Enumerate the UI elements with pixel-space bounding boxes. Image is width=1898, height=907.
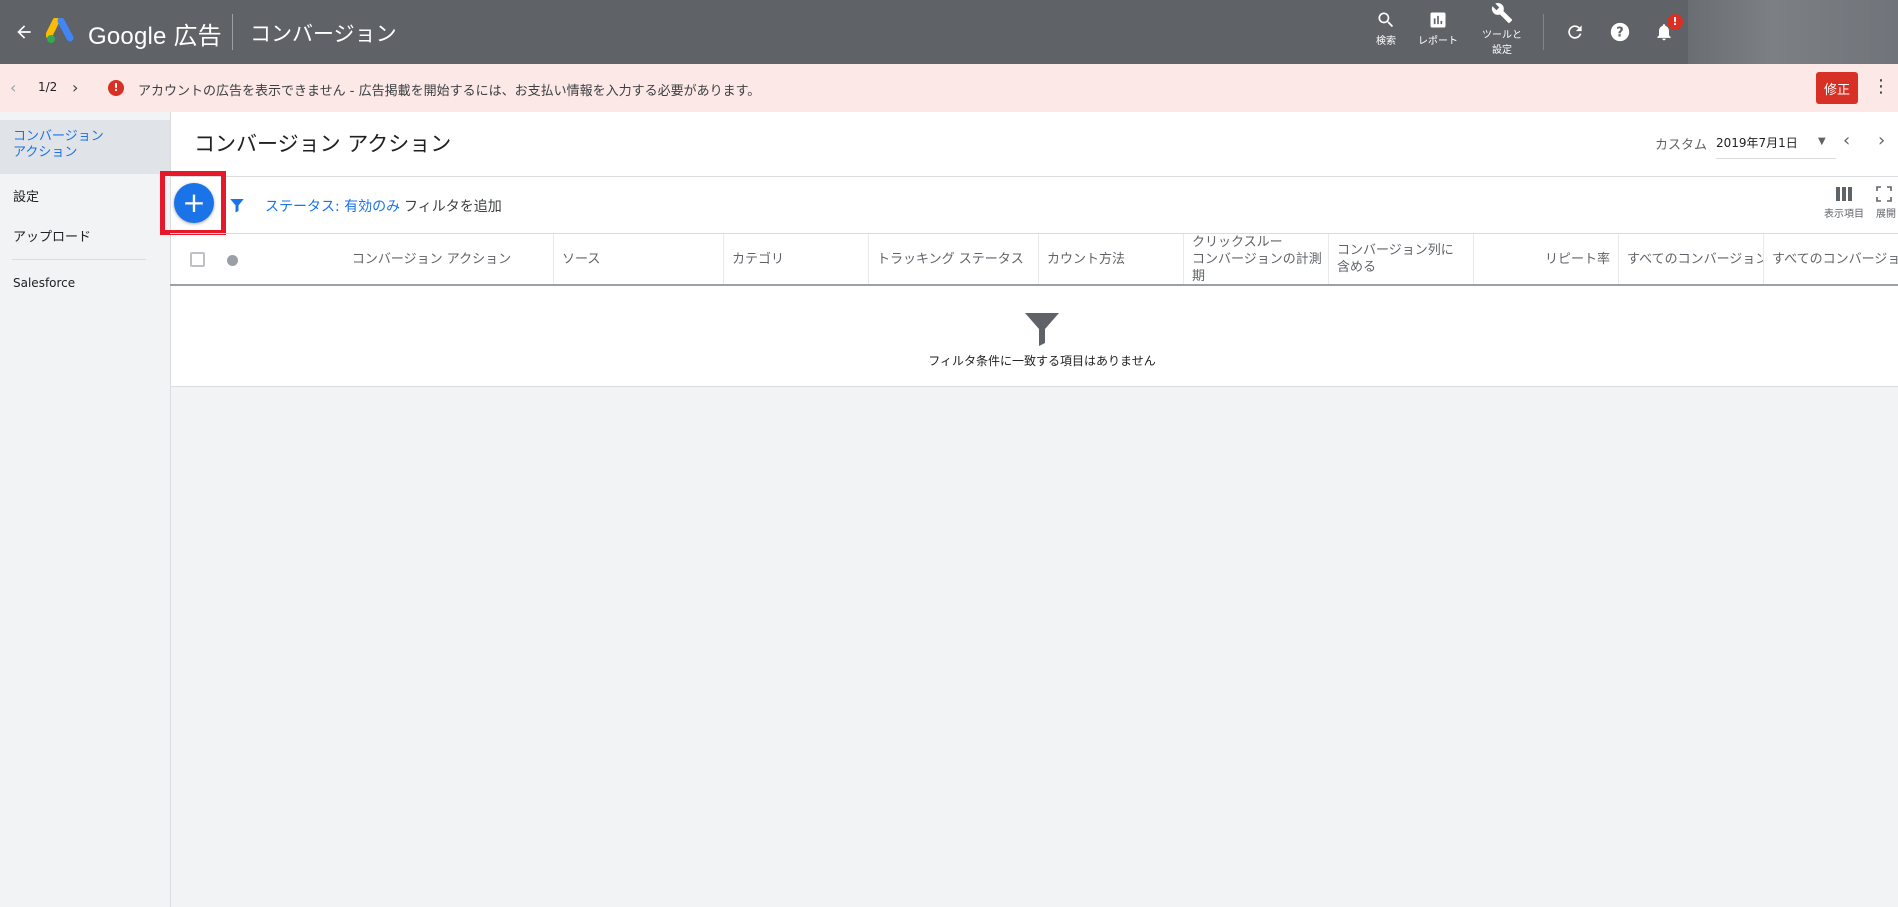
column-header-source[interactable]: ソース [554, 234, 724, 284]
back-arrow-icon[interactable] [6, 14, 42, 50]
error-icon: ! [108, 80, 124, 96]
refresh-icon[interactable] [1561, 18, 1589, 46]
bar-chart-icon [1430, 12, 1446, 28]
date-range-label: カスタム [1655, 138, 1708, 153]
columns-label: 表示項目 [1824, 209, 1864, 220]
date-range-value[interactable]: 2019年7月1日 [1716, 134, 1798, 151]
fix-button[interactable]: 修正 [1816, 72, 1858, 104]
sidebar-divider [12, 259, 146, 260]
tools-label-line1: ツールと [1482, 30, 1522, 41]
column-header-all-conversions-2[interactable]: すべてのコンバージョン [1764, 234, 1898, 284]
add-filter-button[interactable]: フィルタを追加 [404, 196, 502, 216]
sidebar-item-uploads[interactable]: アップロード [0, 226, 170, 245]
columns-button[interactable]: 表示項目 [1814, 186, 1874, 220]
reports-button[interactable]: レポート [1408, 10, 1468, 47]
help-icon[interactable]: ? [1606, 18, 1634, 46]
column-header-include-in-conversions[interactable]: コンバージョン列に 含める [1329, 234, 1474, 284]
column-header-tracking-status[interactable]: トラッキング ステータス [869, 234, 1039, 284]
column-header-all-conversions[interactable]: すべてのコンバージョン [1619, 234, 1764, 284]
search-button[interactable]: 検索 [1356, 10, 1416, 47]
plus-icon: + [182, 186, 206, 219]
date-range-underline [1716, 158, 1836, 159]
chevron-left-icon[interactable]: ‹ [10, 78, 16, 97]
chevron-right-icon[interactable]: › [72, 78, 78, 97]
svg-text:?: ? [1616, 26, 1623, 41]
date-next-chevron-icon[interactable]: › [1878, 130, 1885, 151]
select-all-checkbox[interactable] [190, 252, 205, 267]
notification-badge: ! [1667, 14, 1683, 30]
alert-banner: ‹ 1/2 › ! アカウントの広告を表示できません - 広告掲載を開始するには… [0, 64, 1898, 112]
toolbar-divider [1543, 14, 1544, 50]
column-header-click-through-window[interactable]: クリックスルー コンバージョンの計測期 [1184, 234, 1329, 284]
page-section-title: コンバージョン [250, 22, 397, 46]
add-conversion-button[interactable]: + [174, 183, 214, 223]
empty-state-message: フィルタ条件に一致する項目はありません [928, 354, 1156, 368]
sidebar-item-label: アクション [13, 145, 78, 160]
main-content-background [170, 387, 1898, 907]
reports-label: レポート [1418, 36, 1458, 47]
fullscreen-icon [1876, 186, 1892, 202]
status-dot-icon [227, 255, 238, 266]
sidebar-item-label: コンバージョン [13, 129, 104, 144]
product-name: Google 広告 [88, 23, 222, 50]
tools-settings-button[interactable]: ツールと 設定 [1472, 2, 1532, 56]
expand-label: 展開 [1876, 209, 1896, 220]
account-info[interactable] [1688, 0, 1898, 64]
header-divider [170, 176, 1898, 177]
title-separator [232, 14, 233, 50]
empty-filter-icon [1025, 313, 1059, 346]
columns-icon [1836, 187, 1852, 201]
search-icon [1378, 12, 1394, 28]
alert-message: アカウントの広告を表示できません - 広告掲載を開始するには、お支払い情報を入力… [138, 84, 761, 99]
table-header: コンバージョン アクション ソース カテゴリ トラッキング ステータス カウント… [170, 234, 1898, 286]
sidebar-item-salesforce[interactable]: Salesforce [0, 276, 170, 290]
google-ads-logo-icon [45, 17, 76, 46]
table-bottom-divider [170, 386, 1898, 387]
more-vert-icon[interactable]: ⋮ [1872, 76, 1890, 97]
search-label: 検索 [1376, 36, 1396, 47]
top-app-bar: Google 広告 コンバージョン 検索 レポート ツールと 設定 ? ! [0, 0, 1898, 64]
status-filter-chip[interactable]: ステータス: 有効のみ [265, 196, 400, 216]
wrench-icon [1491, 3, 1513, 24]
filter-icon[interactable] [228, 196, 246, 214]
date-prev-chevron-icon[interactable]: ‹ [1843, 130, 1850, 151]
tools-label-line2: 設定 [1492, 45, 1512, 56]
column-header-repeat-rate[interactable]: リピート率 [1474, 234, 1619, 284]
column-header-category[interactable]: カテゴリ [724, 234, 869, 284]
alert-page-count: 1/2 [38, 80, 58, 94]
expand-button[interactable]: 展開 [1876, 186, 1898, 220]
dropdown-caret-icon[interactable]: ▼ [1818, 136, 1826, 147]
column-header-count-method[interactable]: カウント方法 [1039, 234, 1184, 284]
page-title: コンバージョン アクション [194, 132, 452, 156]
sidebar: コンバージョン アクション 設定 アップロード Salesforce [0, 112, 170, 907]
sidebar-item-settings[interactable]: 設定 [0, 186, 170, 205]
column-header-conversion-action[interactable]: コンバージョン アクション [310, 234, 554, 284]
sidebar-item-conversion-actions[interactable]: コンバージョン アクション [0, 120, 170, 174]
